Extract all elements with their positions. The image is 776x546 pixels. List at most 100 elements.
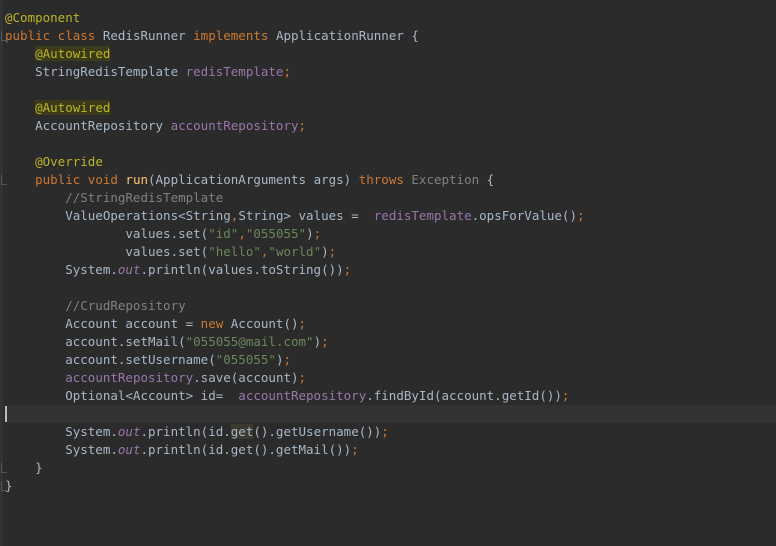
code-token: ; <box>313 226 322 241</box>
code-line[interactable] <box>5 279 776 297</box>
code-token: RedisRunner <box>102 28 194 43</box>
fold-marker-icon[interactable] <box>1 175 7 185</box>
code-token: ; <box>298 316 307 331</box>
code-token: ; <box>283 352 291 367</box>
code-line[interactable]: @Autowired <box>5 45 776 63</box>
code-token: ; <box>321 334 329 349</box>
code-line[interactable]: AccountRepository accountRepository; <box>5 117 776 135</box>
code-token: values.set( <box>5 244 209 259</box>
code-line[interactable]: values.set("hello","world"); <box>5 243 776 261</box>
code-line[interactable]: Account account = new Account(); <box>5 315 776 333</box>
code-token: StringRedisTemplate <box>5 64 186 79</box>
code-token: "world" <box>268 244 322 259</box>
code-token: ; <box>283 64 291 79</box>
fold-marker-icon[interactable] <box>1 463 7 473</box>
code-line[interactable]: @Override <box>5 153 776 171</box>
code-token: , <box>238 226 246 241</box>
code-token: ) <box>306 226 314 241</box>
code-token: { <box>486 172 495 187</box>
code-token: "055055" <box>245 226 307 241</box>
code-token: ; <box>381 424 389 439</box>
code-line[interactable]: public void run(ApplicationArguments arg… <box>5 171 776 189</box>
code-token: @Autowired <box>35 100 111 115</box>
code-line[interactable]: accountRepository.save(account); <box>5 369 776 387</box>
code-token: ; <box>298 370 307 385</box>
code-token: get <box>230 424 254 439</box>
code-token: "id" <box>208 226 239 241</box>
code-token: System. <box>5 262 118 277</box>
code-token: ; <box>561 388 570 403</box>
code-token: accountRepository <box>65 370 194 385</box>
code-token: out <box>117 262 141 277</box>
code-line[interactable]: account.setMail("055055@mail.com"); <box>5 333 776 351</box>
code-token: ApplicationRunner { <box>275 28 419 43</box>
code-token: .println(id.get().getMail()) <box>140 442 352 457</box>
code-token: public class <box>5 28 103 43</box>
code-token: out <box>117 424 141 439</box>
code-line[interactable]: @Autowired <box>5 99 776 117</box>
code-token: ) <box>313 334 322 349</box>
code-line[interactable]: values.set("id","055055"); <box>5 225 776 243</box>
code-token: @Component <box>5 10 81 25</box>
code-token: ; <box>343 262 352 277</box>
code-line[interactable]: StringRedisTemplate redisTemplate; <box>5 63 776 81</box>
code-line[interactable]: System.out.println(values.toString()); <box>5 261 776 279</box>
code-token: redisTemplate <box>373 208 472 223</box>
code-token: new <box>200 316 231 331</box>
code-token: throws <box>358 172 412 187</box>
code-token: ValueOperations<String <box>5 208 231 223</box>
code-line[interactable]: account.setUsername("055055"); <box>5 351 776 369</box>
code-line[interactable]: Optional<Account> id= accountRepository.… <box>5 387 776 405</box>
code-line[interactable]: @Component <box>5 9 776 27</box>
code-token: System. <box>5 424 118 439</box>
fold-marker-icon[interactable] <box>1 31 7 41</box>
code-line[interactable]: } <box>5 459 776 477</box>
text-caret <box>5 406 7 422</box>
code-token: out <box>117 442 141 457</box>
code-token: Optional<Account> id= <box>5 388 239 403</box>
code-line[interactable] <box>5 81 776 99</box>
code-token: .opsForValue() <box>471 208 577 223</box>
code-token: account.setMail( <box>5 334 186 349</box>
code-token: String> values = <box>238 208 374 223</box>
code-token: Account account = <box>5 316 201 331</box>
code-line[interactable] <box>5 405 776 423</box>
code-line[interactable] <box>5 135 776 153</box>
code-line[interactable]: System.out.println(id.get().getMail()); <box>5 441 776 459</box>
code-token: //StringRedisTemplate <box>5 190 224 205</box>
code-token: } <box>5 460 43 475</box>
code-line[interactable]: } <box>5 477 776 495</box>
code-token: //CrudRepository <box>5 298 186 313</box>
code-line[interactable]: System.out.println(id.get().getUsername(… <box>5 423 776 441</box>
code-token: values.set( <box>5 226 209 241</box>
code-token: ) <box>321 244 329 259</box>
code-line[interactable]: //StringRedisTemplate <box>5 189 776 207</box>
code-token: "hello" <box>208 244 261 259</box>
code-line[interactable]: public class RedisRunner implements Appl… <box>5 27 776 45</box>
code-token: Account() <box>230 316 299 331</box>
code-token: @Autowired <box>35 46 111 61</box>
code-token: accountRepository <box>170 118 299 133</box>
code-editor[interactable]: @Component public class RedisRunner imple… <box>0 0 776 546</box>
code-token: ().getUsername()) <box>253 424 382 439</box>
code-token: (ApplicationArguments args) <box>148 172 359 187</box>
code-line[interactable]: ValueOperations<String,String> values = … <box>5 207 776 225</box>
code-token: accountRepository <box>238 388 367 403</box>
code-token: ; <box>328 244 337 259</box>
code-token: "055055" <box>215 352 276 367</box>
code-token: ; <box>576 208 585 223</box>
code-token: run <box>125 172 148 187</box>
fold-marker-icon[interactable] <box>1 481 7 491</box>
code-line[interactable]: //CrudRepository <box>5 297 776 315</box>
code-token: System. <box>5 442 118 457</box>
code-token: redisTemplate <box>185 64 284 79</box>
code-token: .save(account) <box>193 370 299 385</box>
code-token: implements <box>193 28 276 43</box>
code-token: ; <box>298 118 307 133</box>
code-token: "055055@mail.com" <box>185 334 314 349</box>
code-token: Exception <box>411 172 487 187</box>
